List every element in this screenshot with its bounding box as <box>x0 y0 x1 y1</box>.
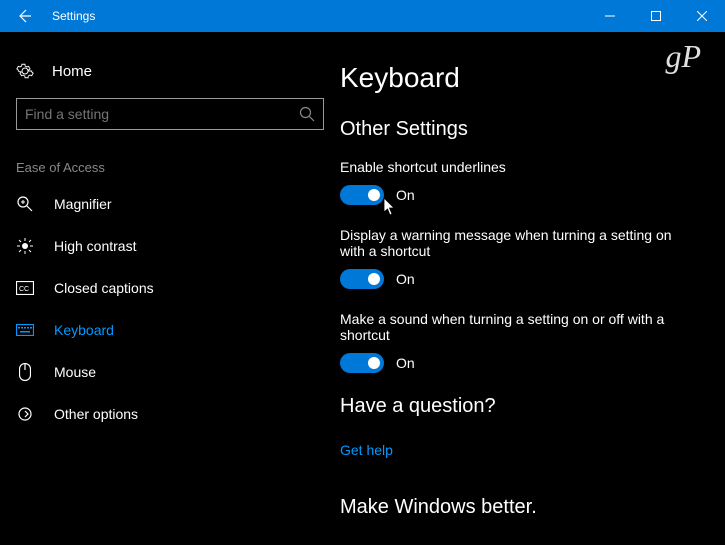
feedback-heading: Make Windows better. <box>340 496 701 519</box>
setting-label: Display a warning message when turning a… <box>340 227 680 259</box>
maximize-button[interactable] <box>633 0 679 32</box>
home-label: Home <box>52 63 92 80</box>
toggle-knob <box>368 357 380 369</box>
sidebar-group-header: Ease of Access <box>0 148 340 183</box>
sidebar-item-label: Other options <box>54 406 138 422</box>
content-area: Home Ease of Access Magnifier High contr… <box>0 32 725 545</box>
sidebar-item-label: Mouse <box>54 364 96 380</box>
toggle-state: On <box>396 271 415 287</box>
search-icon <box>299 106 315 122</box>
sidebar-item-mouse[interactable]: Mouse <box>0 351 340 393</box>
svg-text:CC: CC <box>19 286 29 293</box>
sidebar-item-label: Magnifier <box>54 196 112 212</box>
search-box[interactable] <box>16 98 324 130</box>
toggle-warning-message[interactable] <box>340 269 384 289</box>
setting-label: Enable shortcut underlines <box>340 159 680 175</box>
setting-label: Make a sound when turning a setting on o… <box>340 311 680 343</box>
magnifier-icon <box>16 195 34 213</box>
toggle-state: On <box>396 355 415 371</box>
toggle-knob <box>368 273 380 285</box>
window-controls <box>587 0 725 32</box>
home-button[interactable]: Home <box>0 52 340 98</box>
sidebar-item-keyboard[interactable]: Keyboard <box>0 309 340 351</box>
sidebar-item-label: Keyboard <box>54 322 114 338</box>
mouse-icon <box>16 363 34 381</box>
search-input[interactable] <box>25 106 299 122</box>
sidebar-item-closed-captions[interactable]: CC Closed captions <box>0 267 340 309</box>
section-heading: Other Settings <box>340 118 701 141</box>
get-help-link[interactable]: Get help <box>340 442 393 458</box>
keyboard-icon <box>16 321 34 339</box>
toggle-shortcut-underlines[interactable] <box>340 185 384 205</box>
close-icon <box>697 11 707 21</box>
back-button[interactable] <box>0 0 48 32</box>
toggle-state: On <box>396 187 415 203</box>
main-panel: Keyboard Other Settings Enable shortcut … <box>340 32 725 545</box>
sidebar-item-label: High contrast <box>54 238 136 254</box>
sidebar-item-other-options[interactable]: Other options <box>0 393 340 435</box>
sidebar: Home Ease of Access Magnifier High contr… <box>0 32 340 545</box>
close-button[interactable] <box>679 0 725 32</box>
setting-sound: Make a sound when turning a setting on o… <box>340 311 701 373</box>
toggle-sound[interactable] <box>340 353 384 373</box>
minimize-button[interactable] <box>587 0 633 32</box>
titlebar: Settings <box>0 0 725 32</box>
minimize-icon <box>605 11 615 21</box>
gear-icon <box>16 62 34 80</box>
window-title: Settings <box>48 9 587 23</box>
other-options-icon <box>16 405 34 423</box>
maximize-icon <box>651 11 661 21</box>
setting-warning-message: Display a warning message when turning a… <box>340 227 701 289</box>
arrow-left-icon <box>16 8 32 24</box>
question-heading: Have a question? <box>340 395 701 418</box>
setting-shortcut-underlines: Enable shortcut underlines On <box>340 159 701 205</box>
high-contrast-icon <box>16 237 34 255</box>
page-title: Keyboard <box>340 62 701 94</box>
sidebar-item-high-contrast[interactable]: High contrast <box>0 225 340 267</box>
sidebar-item-label: Closed captions <box>54 280 154 296</box>
watermark: gP <box>665 38 701 75</box>
closed-captions-icon: CC <box>16 279 34 297</box>
toggle-knob <box>368 189 380 201</box>
sidebar-item-magnifier[interactable]: Magnifier <box>0 183 340 225</box>
